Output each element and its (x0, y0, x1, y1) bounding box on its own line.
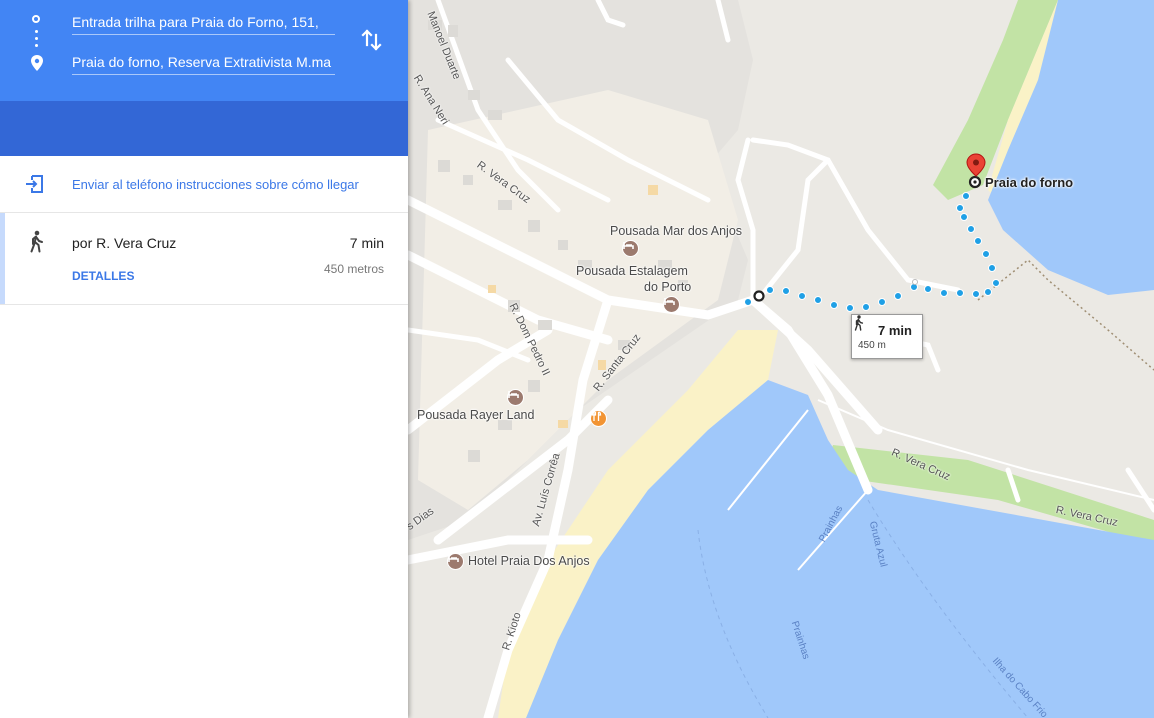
route-box-time: 7 min (878, 323, 912, 338)
poi-label-mar-dos-anjos[interactable]: Pousada Mar dos Anjos (610, 224, 742, 238)
swap-waypoints-icon[interactable] (359, 28, 385, 52)
poi-label-estalagem-2[interactable]: do Porto (644, 280, 691, 294)
hotel-icon[interactable] (663, 296, 680, 313)
walking-icon (854, 315, 864, 331)
directions-panel: Entrada trilha para Praia do Forno, 151,… (0, 0, 408, 718)
route-details-link[interactable]: DETALLES (72, 269, 134, 283)
route-option[interactable]: por R. Vera Cruz 7 min 450 metros DETALL… (0, 213, 408, 305)
route-box-distance: 450 m (858, 340, 886, 351)
send-to-phone-link[interactable]: Enviar al teléfono instrucciones sobre c… (72, 177, 359, 192)
map-base (408, 0, 1154, 718)
poi-label-hotel-praia[interactable]: Hotel Praia Dos Anjos (468, 554, 590, 568)
send-to-phone-row[interactable]: Enviar al teléfono instrucciones sobre c… (0, 156, 408, 213)
hotel-icon[interactable] (507, 389, 524, 406)
route-distance: 450 metros (323, 262, 384, 276)
options-bar: OPCIONES (0, 101, 408, 239)
poi-label-estalagem[interactable]: Pousada Estalagem (576, 264, 688, 278)
route-time-box[interactable]: 7 min 450 m (851, 314, 923, 359)
trail-dot-icon (35, 37, 38, 40)
walking-icon (30, 230, 43, 253)
poi-label-rayer-land[interactable]: Pousada Rayer Land (417, 408, 534, 422)
hotel-icon[interactable] (447, 553, 464, 570)
destination-label[interactable]: Praia do forno (985, 175, 1073, 190)
directions-header: Entrada trilha para Praia do Forno, 151,… (0, 0, 408, 101)
trail-dot-icon (35, 44, 38, 47)
walking-route (744, 192, 1000, 312)
origin-marker-icon[interactable] (753, 290, 765, 302)
origin-dot-icon (32, 15, 40, 23)
send-to-phone-icon (26, 175, 43, 193)
destination-input[interactable]: Praia do forno, Reserva Extrativista M.m… (72, 52, 335, 75)
route-via: por R. Vera Cruz (72, 235, 177, 251)
trail-dot-icon (35, 30, 38, 33)
selected-route-accent (0, 213, 5, 304)
destination-pin-icon (31, 55, 43, 71)
route-time: 7 min (349, 235, 384, 251)
origin-input[interactable]: Entrada trilha para Praia do Forno, 151, (72, 12, 335, 35)
map-canvas[interactable]: Manoel Duarte R. Ana Neri R. Vera Cruz R… (408, 0, 1154, 718)
restaurant-icon[interactable] (590, 410, 607, 427)
hotel-icon[interactable] (622, 240, 639, 257)
